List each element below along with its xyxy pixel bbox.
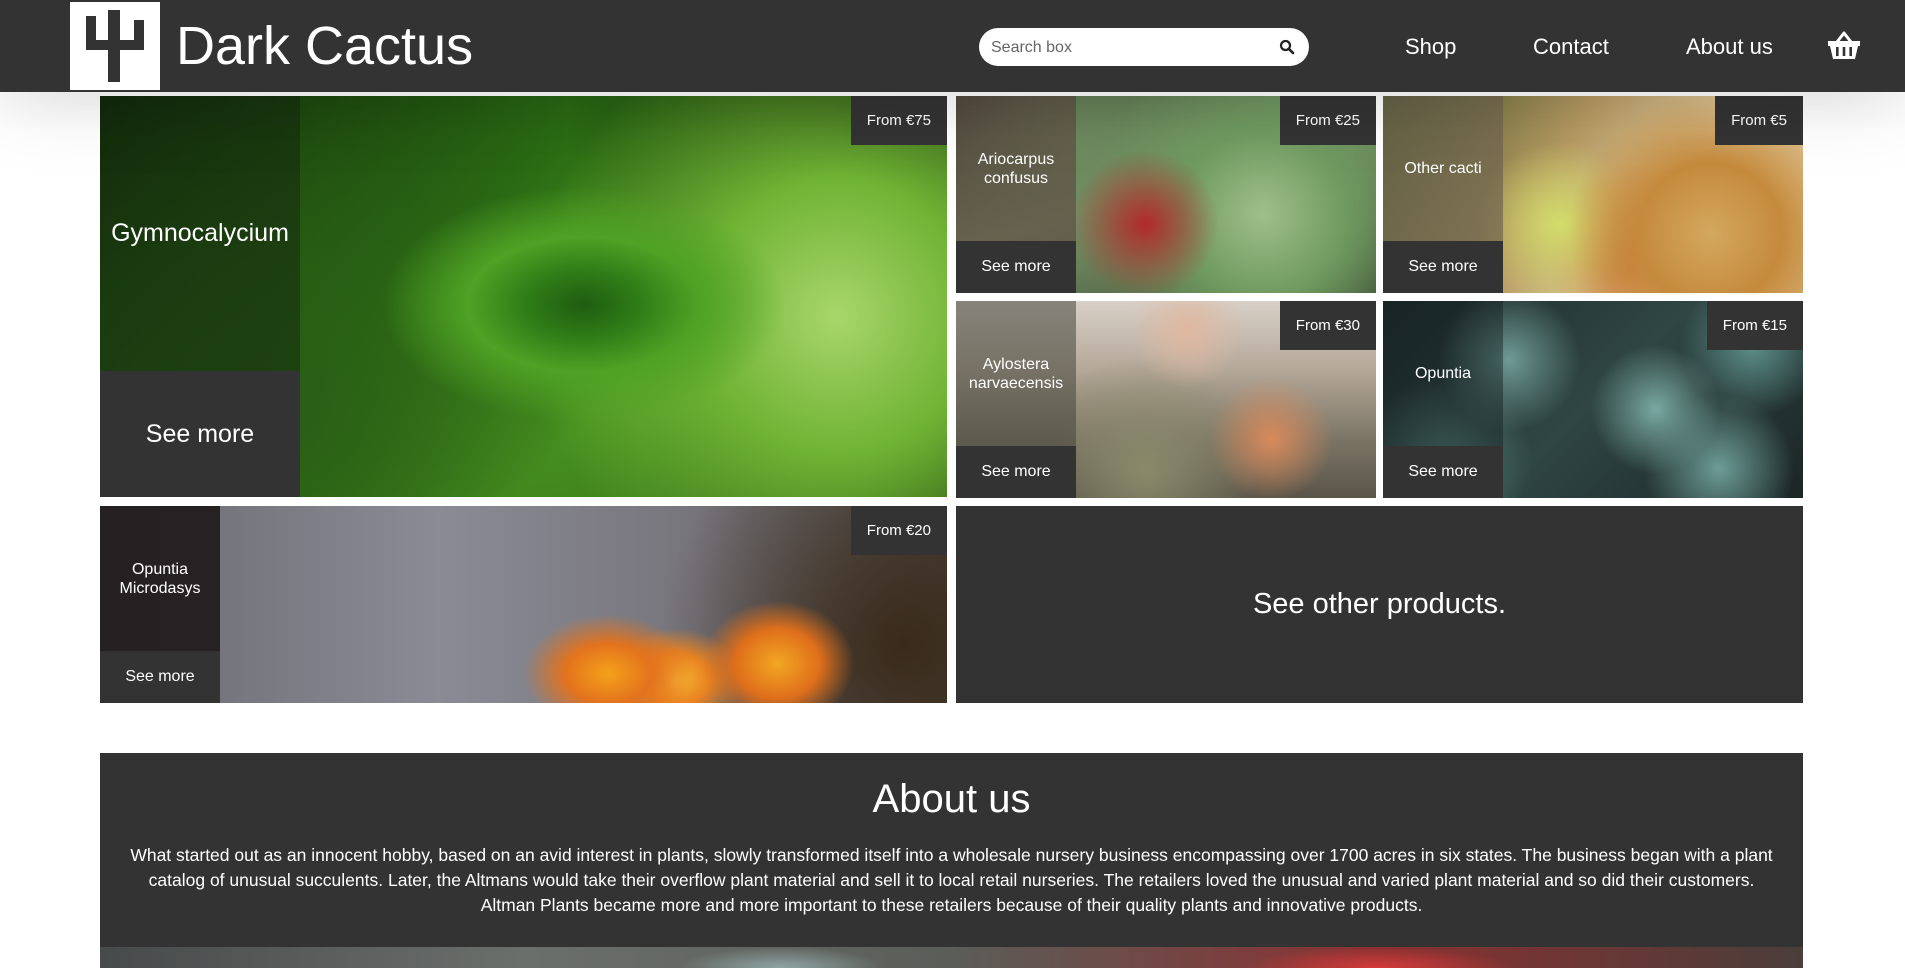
product-name: Ariocarpus confusus: [956, 96, 1076, 241]
logo[interactable]: [70, 2, 160, 90]
brand-name[interactable]: Dark Cactus: [176, 12, 473, 80]
product-info: Other cacti See more: [1383, 96, 1503, 293]
product-info: Aylostera narvaecensis See more: [956, 301, 1076, 498]
price-badge: From €25: [1279, 96, 1376, 145]
product-info: Opuntia See more: [1383, 301, 1503, 498]
product-card-ariocarpus-confusus[interactable]: Ariocarpus confusus See more From €25: [956, 96, 1376, 293]
about-title: About us: [872, 777, 1031, 821]
see-more-button[interactable]: See more: [100, 651, 220, 703]
product-card-opuntia-microdasys[interactable]: Opuntia Microdasys See more From €20: [100, 506, 947, 703]
product-card-other-cacti[interactable]: Other cacti See more From €5: [1383, 96, 1803, 293]
product-photo: [100, 506, 947, 703]
about-text: What started out as an innocent hobby, b…: [130, 845, 1773, 915]
product-info: Opuntia Microdasys See more: [100, 506, 220, 703]
product-card-opuntia[interactable]: Opuntia See more From €15: [1383, 301, 1803, 498]
search-box: [979, 28, 1309, 68]
see-more-button[interactable]: See more: [956, 446, 1076, 498]
product-name: Aylostera narvaecensis: [956, 301, 1076, 446]
search-input[interactable]: [989, 28, 1273, 68]
see-more-button[interactable]: See more: [1383, 446, 1503, 498]
price-badge: From €5: [1715, 96, 1803, 145]
nav-about-us[interactable]: About us: [1686, 30, 1773, 64]
about-section: About us What started out as an innocent…: [100, 753, 1803, 968]
cactus-logo-icon: [86, 10, 144, 82]
basket-icon[interactable]: [1827, 30, 1861, 60]
product-name: Opuntia Microdasys: [100, 506, 220, 651]
nav-contact[interactable]: Contact: [1533, 30, 1609, 64]
nav-shop[interactable]: Shop: [1405, 30, 1456, 64]
see-other-products-button[interactable]: See other products.: [956, 506, 1803, 703]
product-info: Gymnocalycium See more: [100, 96, 300, 497]
search-icon[interactable]: [1279, 39, 1295, 55]
product-info: Ariocarpus confusus See more: [956, 96, 1076, 293]
see-more-button[interactable]: See more: [956, 241, 1076, 293]
site-header: Dark Cactus Shop Contact About us: [0, 0, 1905, 92]
product-card-aylostera-narvaecensis[interactable]: Aylostera narvaecensis See more From €30: [956, 301, 1376, 498]
product-name: Gymnocalycium: [100, 96, 300, 371]
see-more-button[interactable]: See more: [1383, 241, 1503, 293]
product-name: Other cacti: [1383, 96, 1503, 241]
price-badge: From €20: [850, 506, 947, 555]
product-name: Opuntia: [1383, 301, 1503, 446]
about-photo: [100, 947, 1803, 968]
price-badge: From €15: [1706, 301, 1803, 350]
product-card-gymnocalycium[interactable]: Gymnocalycium See more From €75: [100, 96, 947, 497]
see-more-button[interactable]: See more: [100, 371, 300, 497]
price-badge: From €30: [1279, 301, 1376, 350]
price-badge: From €75: [850, 96, 947, 145]
